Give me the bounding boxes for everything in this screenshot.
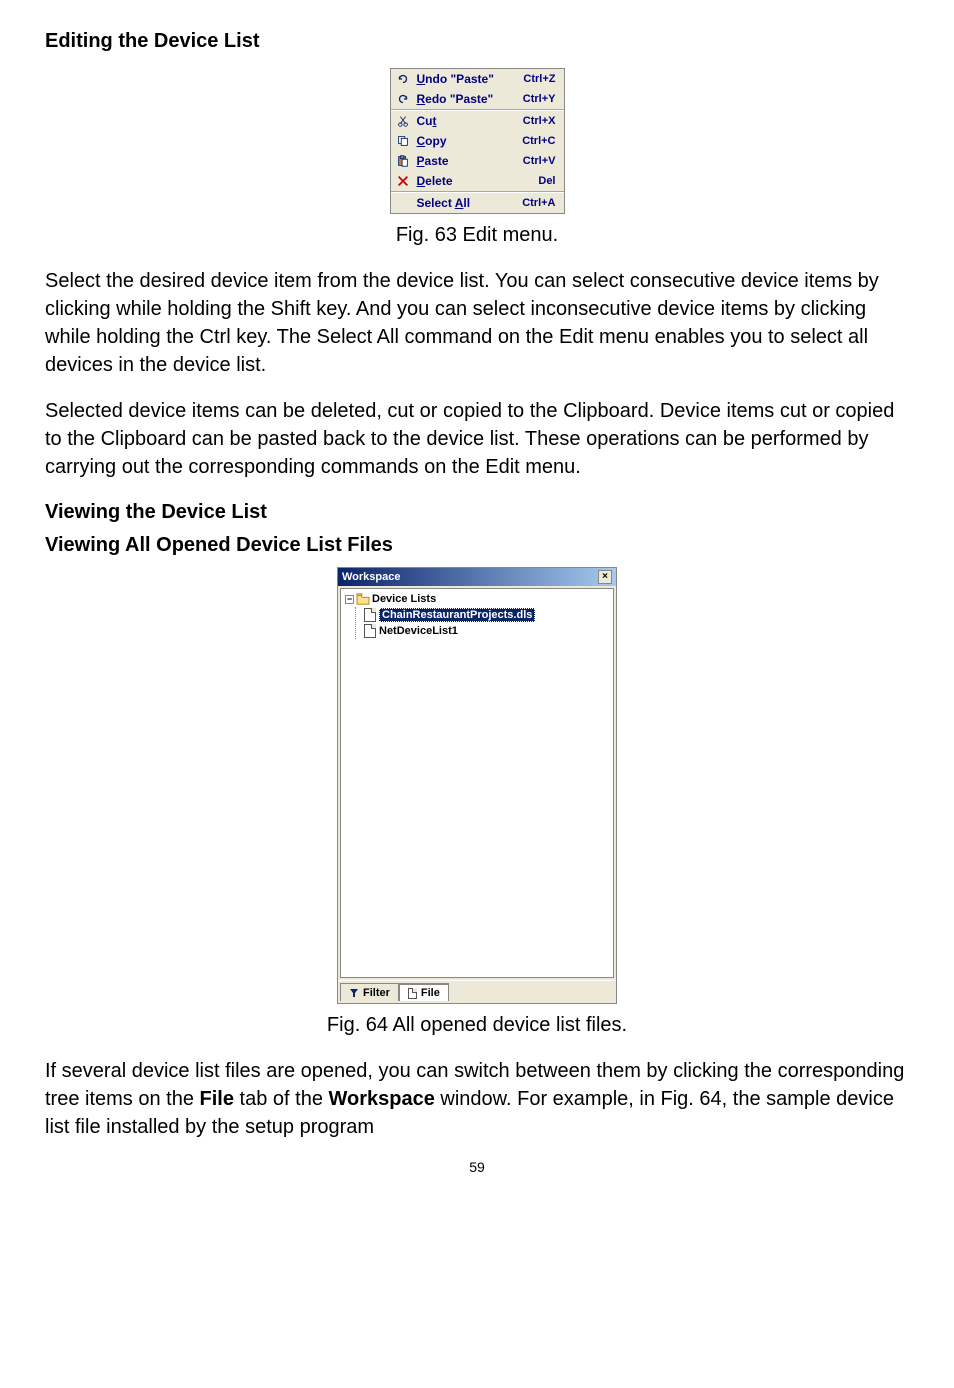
workspace-titlebar: Workspace × [338,568,616,586]
menu-label-select-all: Select All [417,196,523,210]
paragraph-2: Selected device items can be deleted, cu… [45,397,909,481]
workspace-tabs: Filter File [338,980,616,1003]
menu-item-copy[interactable]: Copy Ctrl+C [391,131,564,151]
paragraph-1: Select the desired device item from the … [45,267,909,379]
menu-item-undo[interactable]: Undo "Paste" Ctrl+Z [391,69,564,89]
edit-menu: Undo "Paste" Ctrl+Z Redo "Paste" Ctrl+Y … [390,68,565,214]
menu-shortcut-cut: Ctrl+X [523,115,556,127]
paste-icon [395,153,411,169]
tree-item-label: NetDeviceList1 [379,625,458,637]
tab-file-label: File [421,987,440,999]
heading-viewing: Viewing the Device List [45,501,909,524]
document-icon [408,988,417,999]
menu-item-cut[interactable]: Cut Ctrl+X [391,111,564,131]
menu-label-copy: Copy [417,134,523,148]
tree-item[interactable]: NetDeviceList1 [364,623,609,639]
menu-shortcut-redo: Ctrl+Y [523,93,556,105]
cut-icon [395,113,411,129]
workspace-title-text: Workspace [342,571,401,583]
menu-label-undo: Undo "Paste" [417,72,524,86]
menu-item-paste[interactable]: Paste Ctrl+V [391,151,564,171]
menu-label-cut: Cut [417,114,523,128]
tree-root-label: Device Lists [372,593,436,605]
collapse-icon[interactable]: − [345,595,354,604]
undo-icon [395,71,411,87]
delete-icon [395,173,411,189]
menu-shortcut-delete: Del [538,175,555,187]
menu-item-redo[interactable]: Redo "Paste" Ctrl+Y [391,89,564,109]
tree-item[interactable]: ChainRestaurantProjects.dls [364,607,609,623]
tree-view: − Device Lists ChainRestaurantProjects.d… [340,588,614,978]
tab-file[interactable]: File [399,983,449,1001]
heading-editing: Editing the Device List [45,30,909,53]
menu-shortcut-paste: Ctrl+V [523,155,556,167]
menu-label-redo: Redo "Paste" [417,92,523,106]
document-icon [364,608,376,622]
blank-icon [395,195,411,211]
tree-item-selected-label: ChainRestaurantProjects.dls [379,608,535,622]
redo-icon [395,91,411,107]
menu-item-delete[interactable]: Delete Del [391,171,564,191]
close-button[interactable]: × [598,570,612,584]
page-number: 59 [45,1159,909,1175]
tree-root[interactable]: − Device Lists [345,593,609,605]
filter-icon [349,988,359,998]
workspace-panel: Workspace × − Device Lists ChainRestaura… [337,567,617,1004]
paragraph-3: If several device list files are opened,… [45,1057,909,1141]
tab-filter[interactable]: Filter [340,983,399,1001]
folder-icon [356,593,370,605]
copy-icon [395,133,411,149]
document-icon [364,624,376,638]
heading-viewing-all: Viewing All Opened Device List Files [45,534,909,557]
menu-label-delete: Delete [417,174,539,188]
tab-filter-label: Filter [363,987,390,999]
caption-fig64: Fig. 64 All opened device list files. [45,1014,909,1037]
menu-shortcut-select-all: Ctrl+A [522,197,555,209]
caption-fig63: Fig. 63 Edit menu. [45,224,909,247]
menu-shortcut-copy: Ctrl+C [522,135,555,147]
menu-shortcut-undo: Ctrl+Z [523,73,555,85]
menu-item-select-all[interactable]: Select All Ctrl+A [391,193,564,213]
menu-label-paste: Paste [417,154,523,168]
